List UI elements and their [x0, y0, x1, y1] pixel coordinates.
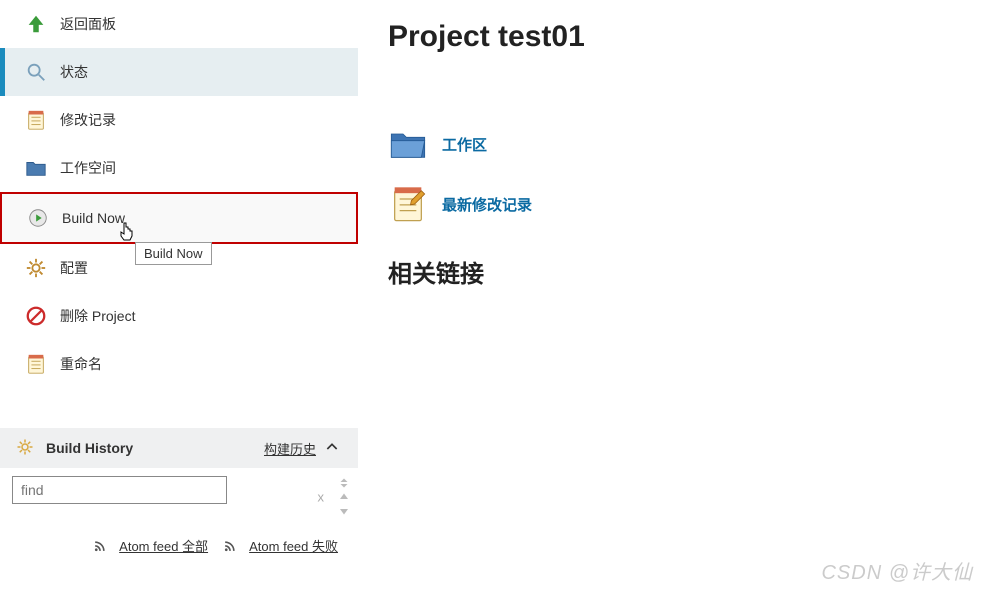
build-history-search-row: x: [0, 468, 358, 526]
folder-icon: [24, 156, 48, 180]
arrow-down-icon[interactable]: [336, 504, 352, 518]
gear-icon: [24, 256, 48, 280]
nav-delete-project[interactable]: 删除 Project: [0, 292, 358, 340]
arrow-up-icon[interactable]: [336, 490, 352, 504]
build-history-search-input[interactable]: [12, 476, 227, 504]
main-content: Project test01 工作区 最新修改记录 相关链接: [358, 0, 983, 593]
nav-arrows: [336, 476, 352, 518]
sidebar: 返回面板 状态 修改记录 工作空间: [0, 0, 358, 593]
recent-changes-link[interactable]: 最新修改记录: [442, 194, 532, 215]
build-history-link[interactable]: 构建历史: [264, 439, 316, 458]
up-arrow-icon: [24, 12, 48, 36]
nav-list: 返回面板 状态 修改记录 工作空间: [0, 0, 358, 388]
atom-feed-failed-link[interactable]: Atom feed 失败: [249, 539, 338, 554]
main-links: 工作区 最新修改记录: [388, 124, 973, 224]
gear-icon: [16, 438, 36, 458]
folder-icon: [388, 124, 428, 164]
nav-rename[interactable]: 重命名: [0, 340, 358, 388]
nav-changes[interactable]: 修改记录: [0, 96, 358, 144]
clock-play-icon: [26, 206, 50, 230]
workspace-link[interactable]: 工作区: [442, 134, 487, 155]
build-history-title: Build History: [46, 440, 264, 456]
nav-item-label: 配置: [60, 258, 88, 278]
build-history-section: Build History 构建历史 x: [0, 428, 358, 566]
clear-icon[interactable]: x: [318, 490, 325, 505]
rss-icon: [93, 540, 106, 556]
chevron-up-icon[interactable]: [324, 439, 342, 457]
arrow-up-down-icon[interactable]: [336, 476, 352, 490]
nav-back-to-dashboard[interactable]: 返回面板: [0, 0, 358, 48]
notepad-icon: [388, 184, 428, 224]
nav-item-label: 修改记录: [60, 110, 116, 130]
page-title: Project test01: [388, 20, 973, 54]
nav-build-now[interactable]: Build Now: [0, 192, 358, 244]
nav-item-label: 工作空间: [60, 158, 116, 178]
nav-status[interactable]: 状态: [0, 48, 358, 96]
notepad-icon: [24, 352, 48, 376]
notepad-icon: [24, 108, 48, 132]
deny-icon: [24, 304, 48, 328]
feed-links: Atom feed 全部 Atom feed 失败: [0, 526, 358, 566]
nav-item-label: 返回面板: [60, 14, 116, 34]
atom-feed-all-link[interactable]: Atom feed 全部: [119, 539, 208, 554]
nav-item-label: 重命名: [60, 354, 102, 374]
related-links-title: 相关链接: [388, 254, 973, 289]
workspace-link-row: 工作区: [388, 124, 973, 164]
magnifier-icon: [24, 60, 48, 84]
nav-workspace[interactable]: 工作空间: [0, 144, 358, 192]
nav-item-label: Build Now: [62, 210, 125, 226]
nav-item-label: 状态: [60, 62, 88, 82]
build-history-header[interactable]: Build History 构建历史: [0, 428, 358, 468]
tooltip: Build Now: [135, 242, 212, 265]
rss-icon: [223, 540, 236, 556]
recent-changes-link-row: 最新修改记录: [388, 184, 973, 224]
nav-item-label: 删除 Project: [60, 306, 135, 326]
